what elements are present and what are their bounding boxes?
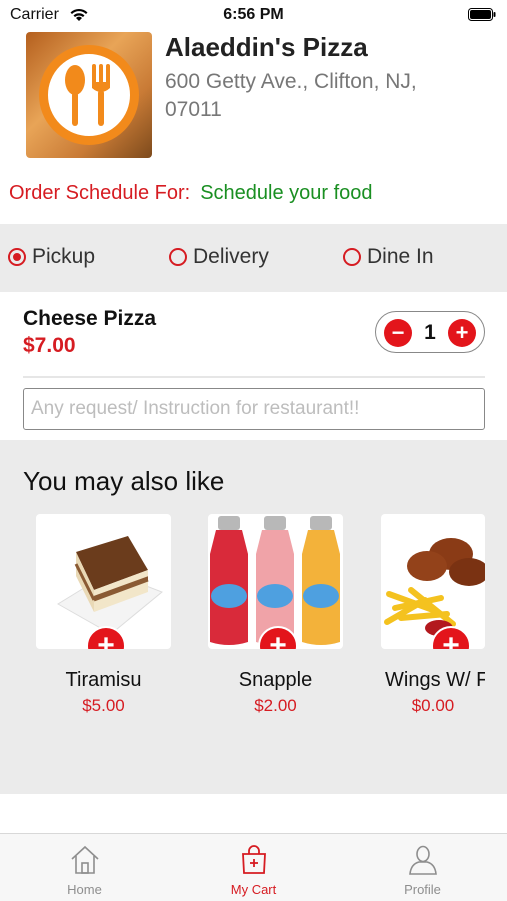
product-price: $5.00 — [82, 696, 125, 715]
order-type-selector: Pickup Delivery Dine In — [0, 224, 507, 292]
quantity-value: 1 — [424, 321, 436, 344]
tab-my-cart[interactable]: My Cart — [169, 834, 338, 901]
tab-label: Profile — [404, 882, 441, 897]
product-price: $0.00 — [411, 696, 455, 715]
cart-item-price: $7.00 — [23, 334, 76, 357]
instructions-input[interactable] — [23, 388, 485, 430]
radio-unselected-icon — [169, 248, 187, 266]
order-schedule: Order Schedule For: Schedule your food — [9, 182, 373, 205]
increase-quantity-button[interactable]: + — [448, 319, 476, 347]
snapple-image: + — [208, 514, 343, 649]
tab-label: My Cart — [230, 882, 277, 897]
product-name: Tiramisu — [65, 669, 142, 691]
restaurant-name: Alaeddin's Pizza — [165, 32, 368, 62]
content-footer-spacer — [0, 794, 507, 834]
product-name: Snapple — [238, 669, 313, 691]
restaurant-address: 600 Getty Ave., Clifton, NJ, 07011 — [165, 70, 417, 121]
decrease-quantity-button[interactable]: − — [384, 319, 412, 347]
radio-dine-in[interactable]: Dine In — [343, 245, 434, 269]
cart-item-name: Cheese Pizza — [23, 307, 157, 330]
tab-label: Home — [67, 882, 102, 897]
home-icon — [71, 845, 99, 874]
clock: 6:56 PM — [223, 6, 284, 23]
divider — [23, 376, 485, 378]
battery-icon — [468, 8, 496, 21]
tiramisu-image: + — [36, 514, 171, 649]
radio-label: Dine In — [367, 245, 434, 268]
profile-icon — [409, 845, 437, 875]
product-name: Wings W/ F — [385, 669, 485, 691]
radio-selected-icon — [8, 248, 26, 266]
tab-home[interactable]: Home — [0, 834, 169, 901]
radio-unselected-icon — [343, 248, 361, 266]
radio-pickup[interactable]: Pickup — [8, 245, 95, 269]
product-card-tiramisu[interactable]: + Tiramisu $5.00 — [36, 514, 171, 716]
product-price: $2.00 — [254, 696, 297, 715]
schedule-label: Order Schedule For: — [9, 182, 191, 204]
utensils-icon — [65, 64, 110, 126]
product-card-wings[interactable]: + Wings W/ F $0.00 — [381, 514, 485, 716]
recommendations-title: You may also like — [23, 466, 225, 496]
radio-delivery[interactable]: Delivery — [169, 245, 269, 269]
recommendations-section: You may also like + Tiramisu $5.00 + Sna… — [0, 440, 507, 794]
restaurant-logo — [26, 32, 152, 158]
quantity-stepper: − 1 + — [375, 311, 485, 353]
product-card-snapple[interactable]: + Snapple $2.00 — [208, 514, 343, 716]
cart-icon — [242, 845, 266, 874]
restaurant-header: Alaeddin's Pizza 600 Getty Ave., Clifton… — [0, 28, 507, 168]
wings-image: + — [381, 514, 485, 649]
status-bar: Carrier 6:56 PM — [0, 0, 507, 30]
radio-label: Delivery — [193, 245, 269, 268]
tab-bar: Home My Cart Profile — [0, 833, 507, 901]
radio-label: Pickup — [32, 245, 96, 268]
tab-profile[interactable]: Profile — [338, 834, 507, 901]
schedule-link[interactable]: Schedule your food — [200, 182, 372, 204]
